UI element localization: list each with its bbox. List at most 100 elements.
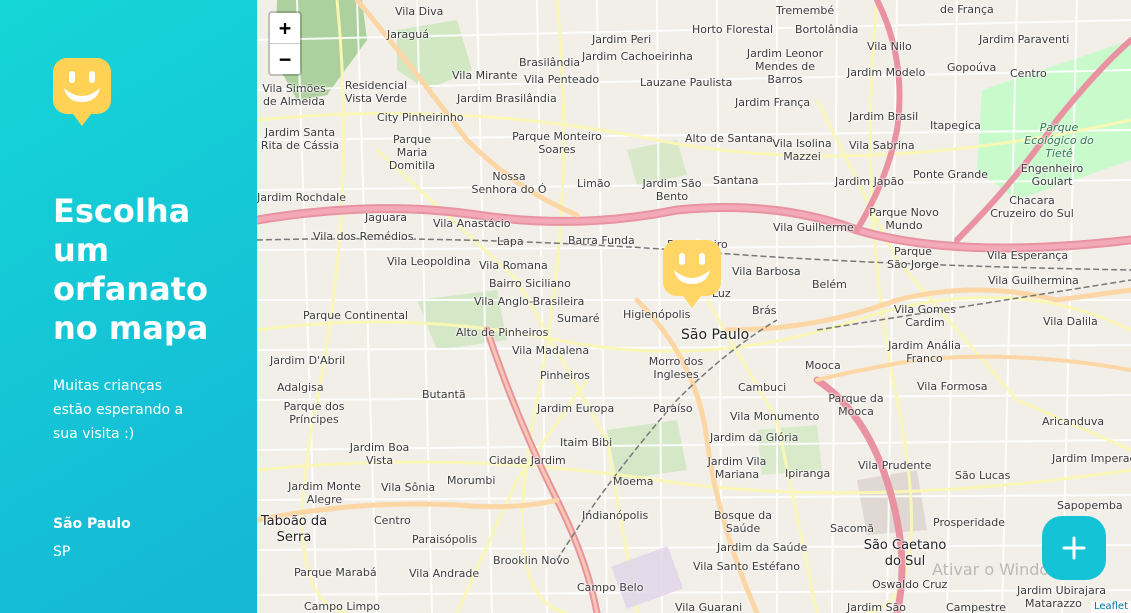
map-label: Brás bbox=[752, 304, 777, 317]
map-label: Parque Novo Mundo bbox=[869, 206, 939, 232]
map-label: Chacara Cruzeiro do Sul bbox=[990, 194, 1074, 220]
map-label: Vila Sabrina bbox=[849, 139, 915, 152]
map-label: Parque Ecológico do Tietê bbox=[1024, 121, 1094, 160]
map-label: Moema bbox=[613, 475, 654, 488]
map-label: Mooca bbox=[805, 359, 841, 372]
map-label: Jardim Cachoeirinha bbox=[582, 50, 693, 63]
map-label: Jardim Japão bbox=[835, 175, 905, 188]
map-label: Sapopemba bbox=[1057, 499, 1123, 512]
map-label: Lapa bbox=[497, 235, 524, 248]
map-label: Barra Funda bbox=[568, 234, 635, 247]
map-label: Vila Esperança bbox=[987, 249, 1069, 262]
map-label: Residencial Vista Verde bbox=[344, 79, 408, 105]
map-label: Vila Anastácio bbox=[433, 217, 511, 230]
map-label: Cidade Jardim bbox=[489, 454, 566, 467]
map-label: Jardim Leonor Mendes de Barros bbox=[746, 47, 824, 86]
map-label: Parque Maria Domitila bbox=[388, 133, 436, 172]
map-label: Campo Belo bbox=[577, 581, 644, 594]
map-label: Vila Gomes Cardim bbox=[893, 303, 957, 329]
map-label: Ipiranga bbox=[785, 467, 831, 480]
map-label: Parque da Mooca bbox=[828, 392, 884, 418]
state-name: SP bbox=[53, 544, 71, 560]
map-label: Paraisópolis bbox=[412, 533, 478, 546]
map-label: Vila Nilo bbox=[867, 40, 912, 53]
map-label: Vila Anglo-Brasileira bbox=[474, 295, 585, 308]
plus-icon bbox=[1062, 536, 1086, 560]
map-label: Vila Guarani bbox=[675, 601, 743, 613]
add-orphanage-button[interactable] bbox=[1042, 516, 1106, 580]
map-label: Jardim Boa Vista bbox=[349, 441, 410, 467]
map-label: Jardim Monte Alegre bbox=[288, 480, 361, 506]
map-label: Vila Formosa bbox=[917, 380, 988, 393]
map-label: Adalgisa bbox=[277, 381, 324, 394]
map-label: Parque Marabá bbox=[294, 566, 377, 579]
map-label: Vila Guilherme bbox=[773, 221, 854, 234]
map-label: de França bbox=[940, 3, 994, 16]
map-label: Campestre bbox=[946, 601, 1006, 613]
map[interactable]: Vila Diva Jardim Peri Horto Florestal Tr… bbox=[257, 0, 1131, 613]
map-label: Belém bbox=[812, 278, 847, 291]
map-label: Jardim São Bento bbox=[642, 177, 702, 203]
map-attribution-link[interactable]: Leaflet bbox=[1090, 601, 1131, 613]
map-label: Jardim Brasil bbox=[849, 110, 919, 123]
map-label: Horto Florestal bbox=[692, 23, 774, 36]
map-label: Vila Santo Estéfano bbox=[693, 560, 800, 573]
map-label: Morro dos Ingleses bbox=[648, 355, 704, 381]
map-label: City Pinheirinho bbox=[377, 111, 464, 124]
map-label: Bairro Siciliano bbox=[489, 277, 571, 290]
map-label: Alto de Pinheiros bbox=[456, 326, 549, 339]
map-label: Santana bbox=[713, 174, 759, 187]
map-label: Vila Simões de Almeida bbox=[262, 82, 326, 108]
map-label: Vila Monumento bbox=[730, 410, 820, 423]
map-label: Ponte Grande bbox=[913, 168, 989, 181]
map-label: Butantã bbox=[422, 388, 466, 401]
map-label: Prosperidade bbox=[933, 516, 1005, 529]
zoom-out-button[interactable]: − bbox=[270, 43, 300, 74]
orphanage-marker-icon[interactable] bbox=[663, 240, 721, 308]
map-label: Vila Dalila bbox=[1043, 315, 1098, 328]
map-label: Jaguara bbox=[365, 211, 407, 224]
map-label: Jaraguá bbox=[387, 28, 429, 41]
map-label: Oswaldo Cruz bbox=[872, 578, 948, 591]
map-label: Jardim Rochdale bbox=[257, 191, 347, 204]
map-label: Gopoúva bbox=[947, 61, 997, 74]
map-label: Jardim Ubirajara bbox=[1017, 584, 1106, 597]
map-label: Pinheiros bbox=[540, 369, 590, 382]
map-label: Itapegica bbox=[930, 119, 981, 132]
map-label: Centro bbox=[374, 514, 411, 527]
city-name: São Paulo bbox=[53, 516, 131, 532]
map-label: São Lucas bbox=[955, 469, 1011, 482]
map-label: Higienópolis bbox=[623, 308, 691, 321]
map-label: Jardim Modelo bbox=[847, 66, 926, 79]
map-label: Jardim Peri bbox=[592, 33, 652, 46]
zoom-in-button[interactable]: + bbox=[270, 13, 300, 43]
map-label: Alto de Santana bbox=[685, 132, 773, 145]
map-label: Matarazzo bbox=[1025, 597, 1082, 610]
map-label: Itaim Bibi bbox=[560, 436, 613, 449]
map-label: Vila Penteado bbox=[524, 73, 600, 86]
map-label: Limão bbox=[577, 177, 611, 190]
map-label: Jardim França bbox=[735, 96, 811, 109]
map-label: Vila Sônia bbox=[381, 481, 436, 494]
map-label: Brooklin Novo bbox=[493, 554, 570, 567]
map-label: Engenheiro Goulart bbox=[1020, 162, 1084, 188]
map-label: Indianópolis bbox=[582, 509, 649, 522]
zoom-control: + − bbox=[268, 11, 302, 76]
map-label: Vila Barbosa bbox=[732, 265, 801, 278]
map-label: Vila Andrade bbox=[409, 567, 480, 580]
map-label: Cambuci bbox=[738, 381, 787, 394]
map-label: Jardim da Glória bbox=[710, 431, 799, 444]
logo-icon bbox=[53, 58, 111, 126]
map-label: Centro bbox=[1010, 67, 1047, 80]
map-label: Jardim D'Abril bbox=[270, 354, 346, 367]
map-label: Parque dos Príncipes bbox=[283, 400, 345, 426]
map-label: Vila dos Remédios bbox=[313, 230, 414, 243]
map-label: Vila Romana bbox=[479, 259, 548, 272]
map-label: Bortolândia bbox=[795, 23, 859, 36]
map-label: Lauzane Paulista bbox=[640, 76, 733, 89]
map-label: Jardim da Saúde bbox=[717, 541, 808, 554]
map-label: Vila Madalena bbox=[512, 344, 590, 357]
map-label: Sacomã bbox=[830, 522, 874, 535]
map-label: Vila Isolina Mazzei bbox=[772, 137, 832, 163]
map-label: Morumbi bbox=[447, 474, 496, 487]
